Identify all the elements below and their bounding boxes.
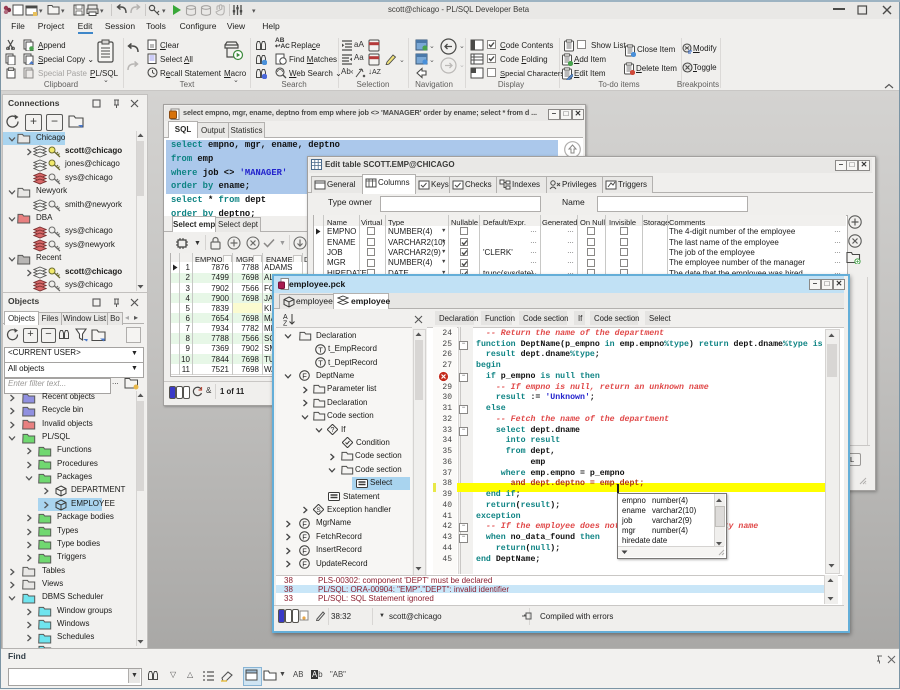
svg-text:F: F xyxy=(302,519,307,528)
svg-text:F: F xyxy=(302,546,307,555)
svg-text:F: F xyxy=(302,372,307,381)
svg-text:T: T xyxy=(318,358,323,367)
svg-text:F: F xyxy=(302,532,307,541)
svg-text:T: T xyxy=(318,345,323,354)
svg-text:?: ? xyxy=(331,427,335,434)
svg-text:F: F xyxy=(302,559,307,568)
svg-text:Z: Z xyxy=(283,321,288,327)
svg-text:S: S xyxy=(316,507,321,514)
